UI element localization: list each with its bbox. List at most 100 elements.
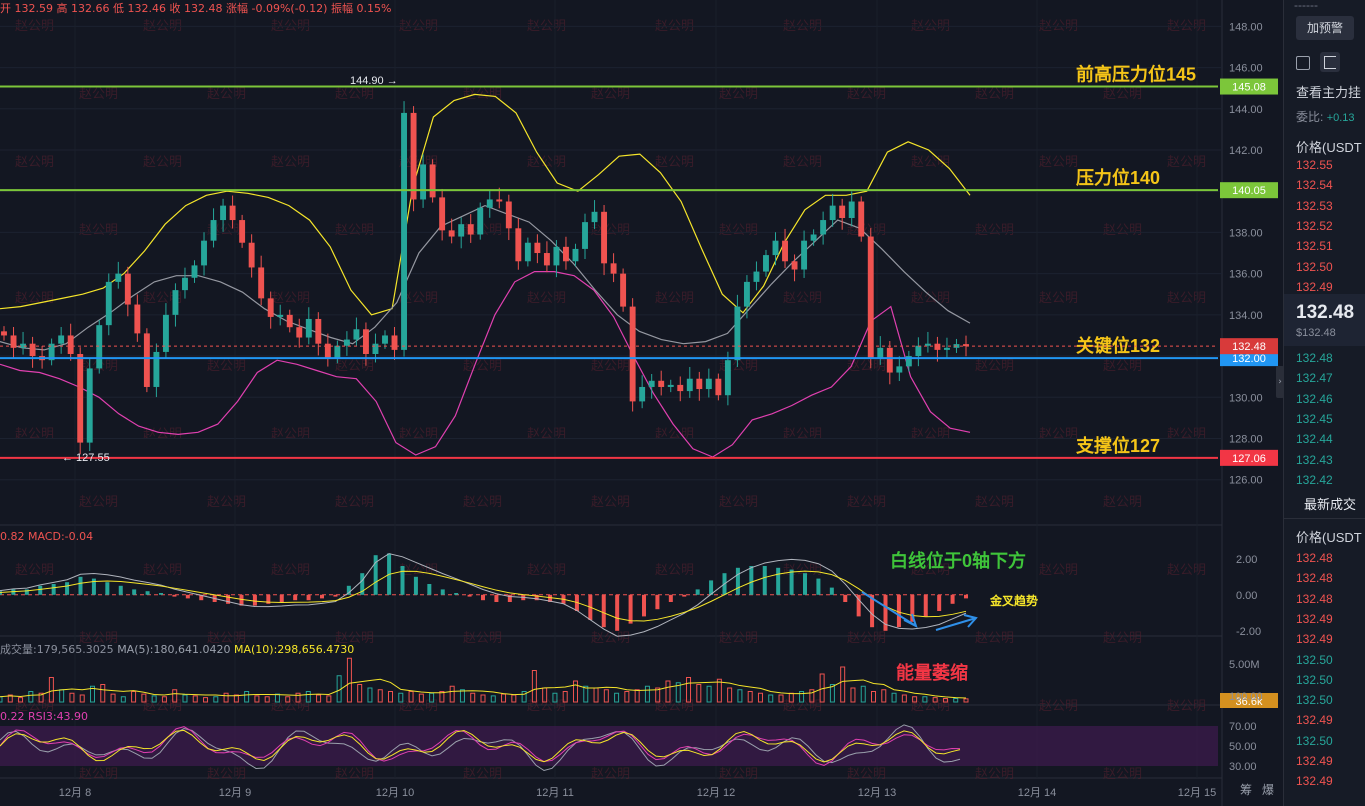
candle-body [220,205,227,221]
time-tick-label: 12月 13 [858,787,897,799]
macd-histogram-bar [695,589,700,595]
price-tick-label: 142.00 [1229,145,1263,157]
candle-body [867,236,874,359]
trades-underline [1284,518,1365,519]
watermark-text: 赵公明 [1039,154,1078,169]
watermark-text: 赵公明 [463,86,502,101]
watermark-text: 赵公明 [207,358,246,373]
volume-tick-label: 5.00M [1229,659,1260,671]
candle-body [305,318,312,338]
macd-histogram-bar [38,585,43,595]
bottom-right-2[interactable]: 爆 [1262,781,1274,798]
macd-histogram-bar [950,594,955,604]
price-tick-label: 128.00 [1229,433,1263,445]
candle-body [229,205,236,221]
price-tick-label: 148.00 [1229,21,1263,33]
candle-body [924,343,931,346]
layout-icon-1[interactable] [1296,56,1310,70]
watermark-text: 赵公明 [911,290,950,305]
macd-histogram-bar [829,587,834,595]
candle-body [724,360,731,396]
candle-body [696,378,703,390]
candle-body [753,271,760,282]
order-book-panel: ------ 加预警 查看主力挂 委比: +0.13 价格(USDT 132.5… [1283,0,1365,806]
watermark-text: 赵公明 [1103,494,1142,509]
bid-price: 132.43 [1296,452,1333,467]
macd-histogram-bar [655,594,660,610]
bid-price: 132.46 [1296,391,1333,406]
macd-annotation-1: 白线位于0轴下方 [890,550,1026,571]
candle-body [86,368,93,443]
price-tick-label: 126.00 [1229,475,1263,487]
rsi-tick-label: 100.00 [1229,691,1263,703]
watermark-text: 赵公明 [783,18,822,33]
trade-price: 132.49 [1296,632,1333,647]
macd-histogram-bar [749,566,754,595]
time-tick-label: 12月 12 [697,787,736,799]
trade-price: 132.50 [1296,672,1333,687]
watermark-text: 赵公明 [207,86,246,101]
candle-body [134,304,141,334]
time-tick-label: 12月 11 [536,787,574,799]
bottom-right-1[interactable]: 筹 [1240,781,1252,798]
candle-body [258,267,265,299]
collapse-panel-handle[interactable]: › [1276,366,1284,398]
candle-body [486,199,493,208]
candle-body [115,273,122,282]
candle-body [801,240,808,270]
candle-body [172,290,179,315]
trades-title[interactable]: 最新成交 [1304,494,1356,513]
macd-histogram-bar [896,594,901,628]
watermark-text: 赵公明 [975,358,1014,373]
layout-icon-2[interactable] [1320,52,1340,72]
watermark-text: 赵公明 [1103,358,1142,373]
candle-body [639,386,646,402]
price-tick-label: 134.00 [1229,310,1263,322]
watermark-text: 赵公明 [79,222,118,237]
candle-body [848,201,855,218]
open-value: 开 132.59 [0,2,53,15]
watermark-text: 赵公明 [847,630,886,645]
candle-body [467,224,474,235]
watermark-text: 赵公明 [783,290,822,305]
watermark-text: 赵公明 [15,154,54,169]
macd-histogram-bar [735,567,740,595]
panel-dash: ------ [1294,0,1318,12]
add-alert-button[interactable]: 加预警 [1296,16,1354,40]
trade-price: 132.48 [1296,571,1333,586]
watermark-text: 赵公明 [79,86,118,101]
watermark-text: 赵公明 [463,358,502,373]
candle-body [362,329,369,354]
candle-body [629,306,636,402]
candle-body [582,222,588,249]
trade-price: 132.50 [1296,693,1333,708]
candle-body [677,384,684,392]
chart-canvas[interactable]: 赵公明 赵公明 赵公明 赵公明 赵公明 赵公明 赵公明 赵公明 赵公明 赵公明赵公明 赵公明 赵公明赵… [0,0,1365,806]
candle-body [429,164,436,198]
watermark-text: 赵公明 [719,358,758,373]
watermark-text: 赵公明 [591,86,630,101]
watermark-text: 赵公明 [271,290,310,305]
main-orders-link[interactable]: 查看主力挂 [1296,82,1361,101]
candle-body [124,273,131,305]
macd-histogram-bar [923,594,928,617]
level-label: 前高压力位145 [1076,64,1196,85]
candle-body [105,281,112,326]
candle-body [372,343,379,354]
trade-price: 132.48 [1296,551,1333,565]
macd-histogram-bar [226,594,231,604]
watermark-text: 赵公明 [15,562,54,577]
volume-legend: 成交量:179,565.3025 MA(5):180,641.0420 MA(1… [0,641,354,657]
level-label: 压力位140 [1076,167,1160,188]
candle-body [477,207,484,235]
macd-histogram-bar [306,594,311,601]
candle-body [191,265,198,278]
candle-body [67,335,74,354]
candle-body [791,261,798,270]
candle-body [563,246,569,262]
rsi-band [0,726,1218,766]
macd-histogram-bar [0,591,2,595]
macd-histogram-bar [440,589,445,595]
candle-body [915,345,922,357]
chevron-right-icon: › [1278,377,1282,387]
